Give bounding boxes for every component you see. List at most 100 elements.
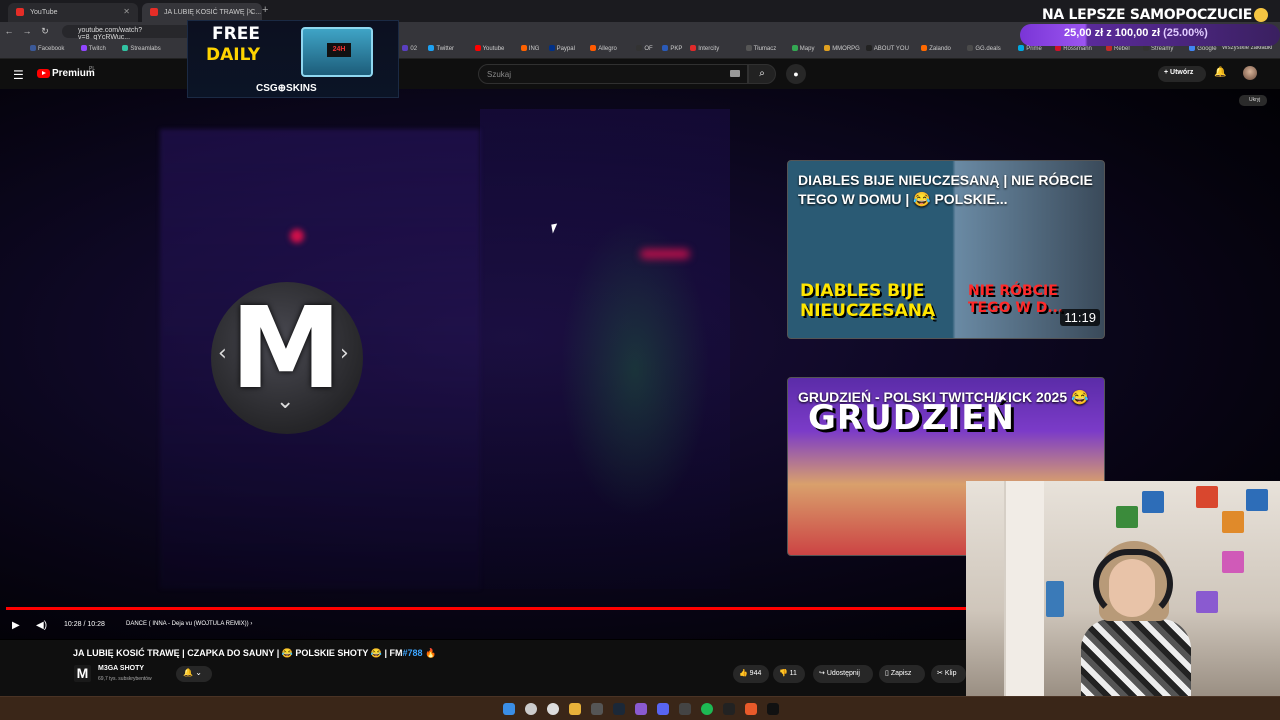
thumbs-down-icon: 👎 bbox=[779, 670, 788, 677]
voice-search-button[interactable]: ● bbox=[786, 64, 806, 84]
youtube-favicon-icon bbox=[150, 8, 158, 16]
search-input[interactable]: Szukaj bbox=[478, 64, 748, 84]
bookmark-item[interactable]: Twitch bbox=[80, 45, 106, 52]
streamer-shirt bbox=[1081, 619, 1191, 696]
bookmark-item[interactable]: Zalando bbox=[921, 45, 951, 52]
screen: YouTube ✕ JA LUBIĘ KOSIĆ TRAWĘ | C... ✕ … bbox=[0, 0, 1280, 720]
emoji-icon bbox=[1254, 8, 1268, 22]
clip-button[interactable]: ✂ Klip bbox=[931, 665, 966, 683]
bookmark-favicon-icon bbox=[80, 45, 87, 51]
chapter-title[interactable]: DANCE ( INNA - Deja vu (WOJTULA REMIX)) … bbox=[126, 621, 252, 627]
webcam-wall-tile bbox=[1222, 511, 1244, 533]
video-title: JA LUBIĘ KOSIĆ TRAWĘ | CZAPKA DO SAUNY |… bbox=[73, 648, 436, 659]
bookmark-favicon-icon bbox=[590, 45, 597, 51]
streamer-webcam bbox=[966, 481, 1280, 696]
app-icon[interactable] bbox=[767, 703, 779, 715]
bookmark-label: GG.deals bbox=[975, 46, 1001, 52]
search-icon[interactable] bbox=[525, 703, 537, 715]
brave-icon[interactable] bbox=[745, 703, 757, 715]
video-title-hashtag[interactable]: #788 bbox=[403, 648, 423, 658]
card-title: DIABLES BIJE NIEUCZESANĄ | NIE RÓBCIE TE… bbox=[798, 172, 1093, 207]
video-title-text: JA LUBIĘ KOSIĆ TRAWĘ | CZAPKA DO SAUNY |… bbox=[73, 648, 403, 658]
bookmark-label: Streamlabs bbox=[130, 46, 161, 52]
spotify-icon[interactable] bbox=[701, 703, 713, 715]
keyboard-icon[interactable] bbox=[730, 70, 740, 77]
menu-icon[interactable]: ☰ bbox=[13, 68, 24, 82]
bookmark-item[interactable]: Youtube bbox=[474, 45, 504, 52]
bookmark-label: MMORPG bbox=[832, 46, 860, 52]
bookmark-item[interactable]: Tłumacz bbox=[745, 45, 777, 52]
bookmark-item[interactable]: GG.deals bbox=[967, 45, 1001, 52]
bookmark-item[interactable]: Facebook bbox=[30, 45, 64, 52]
dislike-button[interactable]: 👎 11 bbox=[773, 665, 805, 683]
bookmark-label: ABOUT YOU bbox=[873, 46, 909, 52]
forward-icon[interactable]: → bbox=[18, 26, 36, 36]
bookmark-item[interactable]: Twitter bbox=[428, 45, 454, 52]
bookmark-favicon-icon bbox=[30, 45, 36, 51]
channel-name[interactable]: M3GA SHOTY bbox=[98, 665, 144, 672]
scissors-icon: ✂ bbox=[937, 670, 943, 677]
bookmark-item[interactable]: OF bbox=[636, 45, 653, 52]
start-icon[interactable] bbox=[503, 703, 515, 715]
bookmark-label: ING bbox=[528, 46, 540, 52]
treasure-chest-icon bbox=[301, 27, 373, 77]
reload-icon[interactable]: ↻ bbox=[36, 26, 54, 37]
bookmark-label: Mapy bbox=[799, 46, 815, 52]
bookmark-label: Tłumacz bbox=[753, 46, 777, 52]
bell-icon: 🔔 bbox=[183, 668, 193, 677]
obs-icon[interactable] bbox=[679, 703, 691, 715]
bookmark-favicon-icon bbox=[636, 45, 643, 51]
twitch-icon[interactable] bbox=[635, 703, 647, 715]
new-tab-icon[interactable]: + bbox=[262, 4, 268, 16]
card-thumbnail-text: DIABLES BIJE NIEUCZESANĄ bbox=[800, 281, 936, 321]
channel-avatar[interactable]: M bbox=[74, 665, 91, 682]
create-button[interactable]: + Utwórz bbox=[1158, 66, 1206, 82]
create-label: Utwórz bbox=[1170, 69, 1194, 76]
bookmark-item[interactable]: ING bbox=[520, 45, 540, 52]
play-icon[interactable]: ▶ bbox=[12, 620, 20, 631]
bookmark-item[interactable]: MMORPG bbox=[824, 45, 860, 52]
ad-brand: CSG⊕SKINS bbox=[256, 83, 317, 94]
donation-goal-overlay: NA LEPSZE SAMOPOCZUCIE 25,00 zł z 100,00… bbox=[1020, 0, 1280, 50]
bookmark-item[interactable]: Paypal bbox=[548, 45, 575, 52]
bookmark-item[interactable]: 02 bbox=[402, 45, 417, 52]
chrome-icon[interactable] bbox=[547, 703, 559, 715]
bookmark-item[interactable]: ABOUT YOU bbox=[865, 45, 909, 52]
file-explorer-icon[interactable] bbox=[569, 703, 581, 715]
volume-icon[interactable]: ◀) bbox=[36, 620, 47, 631]
donation-goal-title: NA LEPSZE SAMOPOCZUCIE bbox=[1042, 7, 1252, 23]
browser-tab-youtube[interactable]: YouTube ✕ bbox=[8, 3, 138, 22]
bookmark-favicon-icon bbox=[402, 45, 409, 51]
donation-amounts: 25,00 zł z 100,00 zł (25.00%) bbox=[1064, 27, 1208, 39]
bookmark-item[interactable]: Streamlabs bbox=[122, 45, 161, 52]
youtube-logo-icon[interactable] bbox=[37, 69, 50, 78]
search-button[interactable]: ⌕ bbox=[748, 64, 776, 84]
bookmark-item[interactable]: Allegro bbox=[590, 45, 617, 52]
notifications-bell-icon[interactable]: 🔔 bbox=[1214, 67, 1226, 78]
url-field[interactable]: youtube.com/watch?v=8_qYcRWuc... bbox=[62, 25, 192, 41]
like-button[interactable]: 👍 944 bbox=[733, 665, 769, 683]
end-screen-video-card[interactable]: DIABLES BIJE NIEUCZESANĄ | NIE RÓBCIE TE… bbox=[787, 160, 1105, 339]
app-icon[interactable] bbox=[591, 703, 603, 715]
bookmark-item[interactable]: Mapy bbox=[791, 45, 815, 52]
close-tab-icon[interactable]: ✕ bbox=[123, 7, 130, 16]
discord-icon[interactable] bbox=[657, 703, 669, 715]
account-avatar[interactable] bbox=[1243, 66, 1257, 80]
webcam-wall-tile bbox=[1222, 551, 1244, 573]
donation-percent: (25.00%) bbox=[1163, 27, 1208, 39]
bookmark-favicon-icon bbox=[662, 45, 669, 51]
back-icon[interactable]: ← bbox=[0, 26, 18, 36]
close-tab-icon[interactable]: ✕ bbox=[247, 7, 254, 16]
subscription-bell-button[interactable]: 🔔 ⌄ bbox=[176, 666, 212, 682]
steam-icon[interactable] bbox=[613, 703, 625, 715]
headset-icon bbox=[1093, 549, 1173, 619]
channel-subscriber-count: 69,7 tys. subskrybentów bbox=[98, 676, 152, 682]
app-icon[interactable] bbox=[723, 703, 735, 715]
bookmark-item[interactable]: PKP bbox=[662, 45, 682, 52]
hide-button[interactable]: Ukryj bbox=[1239, 95, 1267, 106]
share-button[interactable]: ↪ Udostępnij bbox=[813, 665, 873, 683]
player-controls: ▶ ◀) 10:28 / 10:28 DANCE ( INNA - Deja v… bbox=[0, 610, 966, 640]
bookmark-item[interactable]: Intercity bbox=[690, 45, 719, 52]
save-button[interactable]: ▯ Zapisz bbox=[879, 665, 925, 683]
chevron-right-icon: › bbox=[340, 341, 349, 366]
